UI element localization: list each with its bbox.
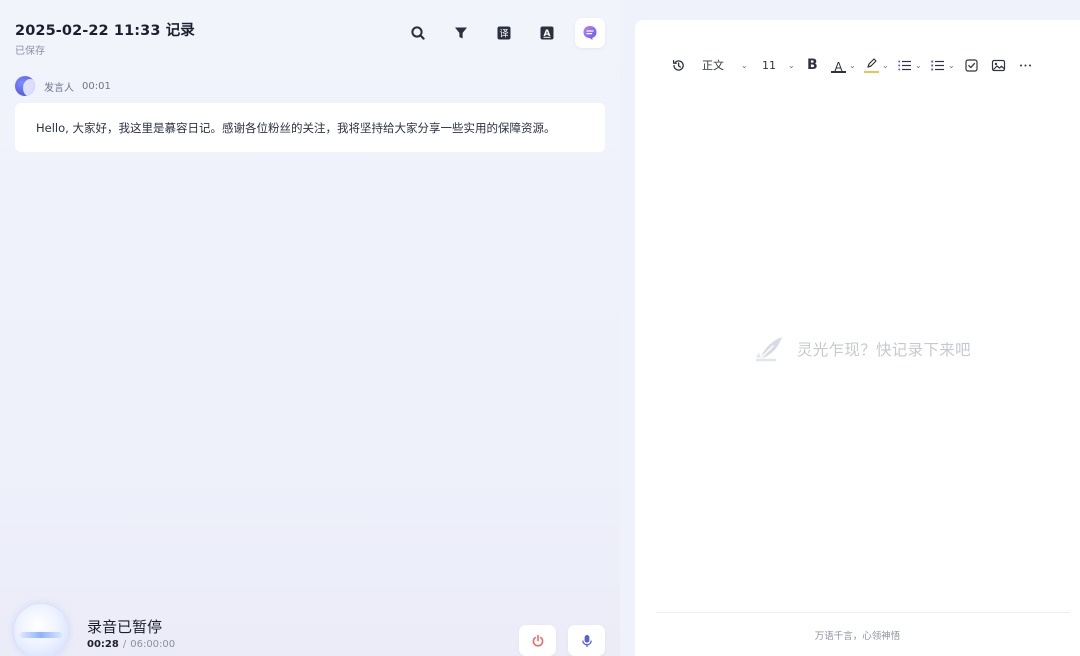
- editor-toolbar: 正文 ⌄ 11 ⌄ B A ⌄ ⌄ ⌄ ⌄: [635, 54, 1080, 76]
- bullet-list-button[interactable]: ⌄: [930, 54, 955, 76]
- font-size-value: 11: [762, 58, 776, 72]
- chevron-down-icon: ⌄: [849, 60, 856, 70]
- speaker-avatar: [15, 76, 35, 96]
- transcript-segment[interactable]: Hello, 大家好，我这里是慕容日记。感谢各位粉丝的关注，我将坚持给大家分享一…: [15, 103, 605, 152]
- transcript-text: Hello, 大家好，我这里是慕容日记。感谢各位粉丝的关注，我将坚持给大家分享一…: [36, 120, 556, 135]
- recording-time: 00:28/06:00:00: [87, 639, 175, 650]
- paragraph-style-value: 正文: [702, 59, 724, 72]
- bold-icon: B: [807, 57, 818, 73]
- search-button[interactable]: [403, 18, 433, 48]
- filter-button[interactable]: [446, 18, 476, 48]
- chevron-down-icon: ⌄: [882, 60, 889, 70]
- translate-icon: 译: [497, 26, 511, 40]
- speaker-name[interactable]: 发言人: [44, 79, 74, 94]
- recording-status: 录音已暂停: [87, 618, 163, 636]
- quill-pen-icon: [755, 337, 782, 362]
- font-size-select[interactable]: 11 ⌄: [762, 54, 795, 76]
- speaker-header: 发言人 00:01: [15, 76, 111, 96]
- paragraph-style-select[interactable]: 正文 ⌄: [702, 54, 748, 76]
- checklist-button[interactable]: [964, 54, 979, 76]
- resume-recording-button[interactable]: [568, 625, 605, 656]
- empty-placeholder-text: 灵光乍现？快记录下来吧: [797, 341, 971, 359]
- recording-orb: [14, 604, 68, 656]
- chevron-down-icon: ⌄: [948, 60, 955, 70]
- notes-editor-panel: 正文 ⌄ 11 ⌄ B A ⌄ ⌄ ⌄ ⌄ 灵光乍现？快记录下来吧 万语千言，心…: [635, 20, 1080, 656]
- insert-image-button[interactable]: [991, 54, 1006, 76]
- editor-footer-text: 万语千言，心领神悟: [814, 631, 901, 642]
- filter-icon: [455, 27, 467, 39]
- save-status: 已保存: [15, 46, 45, 57]
- text-dictionary-button[interactable]: A: [532, 18, 562, 48]
- time-separator: /: [122, 639, 127, 650]
- ai-assistant-icon: [583, 26, 597, 40]
- font-color-icon: A: [831, 56, 846, 74]
- bullet-list-icon: [931, 60, 944, 70]
- ordered-list-button[interactable]: ⌄: [897, 54, 922, 76]
- empty-state: 灵光乍现？快记录下来吧: [753, 334, 971, 364]
- ai-assistant-button[interactable]: [575, 18, 605, 48]
- page-title: 2025-02-22 11:33 记录: [15, 23, 195, 39]
- search-icon: [411, 26, 425, 40]
- font-color-button[interactable]: A ⌄: [831, 54, 856, 76]
- footer-divider: [656, 612, 1070, 613]
- transcript-panel: 2025-02-22 11:33 记录 已保存 译 A 发言人 00:01 He…: [0, 0, 620, 656]
- more-options-button[interactable]: [1018, 54, 1033, 76]
- elapsed-time: 00:28: [87, 639, 119, 650]
- text-dictionary-icon: A: [540, 26, 554, 40]
- chevron-down-icon: ⌄: [788, 60, 795, 70]
- history-icon: [672, 59, 684, 71]
- ordered-list-icon: [898, 60, 911, 70]
- image-icon: [991, 59, 1006, 71]
- chevron-down-icon: ⌄: [915, 60, 922, 70]
- highlight-button[interactable]: ⌄: [864, 54, 889, 76]
- total-time: 06:00:00: [130, 639, 176, 650]
- speaker-timestamp[interactable]: 00:01: [82, 81, 111, 92]
- chevron-down-icon: ⌄: [741, 60, 748, 70]
- power-icon: [532, 634, 543, 647]
- stop-recording-button[interactable]: [519, 625, 556, 656]
- more-icon: [1020, 64, 1031, 66]
- bold-button[interactable]: B: [807, 54, 818, 76]
- svg-text:译: 译: [499, 29, 508, 40]
- translate-button[interactable]: 译: [489, 18, 519, 48]
- checkbox-icon: [965, 58, 978, 72]
- history-button[interactable]: [671, 54, 686, 76]
- highlight-icon: [864, 56, 879, 74]
- microphone-icon: [581, 634, 592, 647]
